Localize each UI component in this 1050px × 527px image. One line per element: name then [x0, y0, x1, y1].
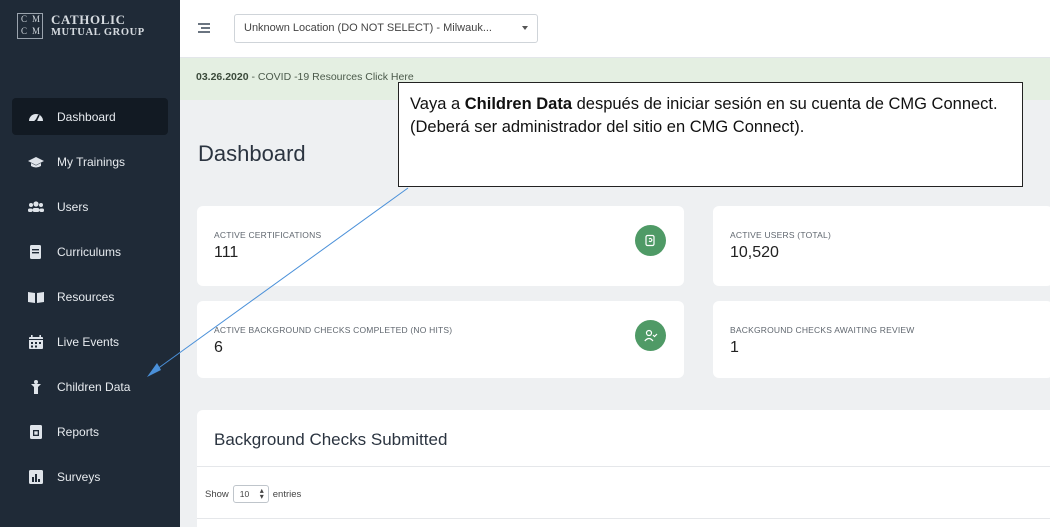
callout-text: Vaya a [410, 95, 465, 113]
instruction-callout: Vaya a Children Data después de iniciar … [398, 82, 1023, 187]
app-window: C M C M CATHOLIC MUTUAL GROUP Dashboard [0, 0, 1050, 527]
callout-bold-text: Children Data [464, 95, 573, 113]
annotation-arrow [147, 187, 409, 377]
